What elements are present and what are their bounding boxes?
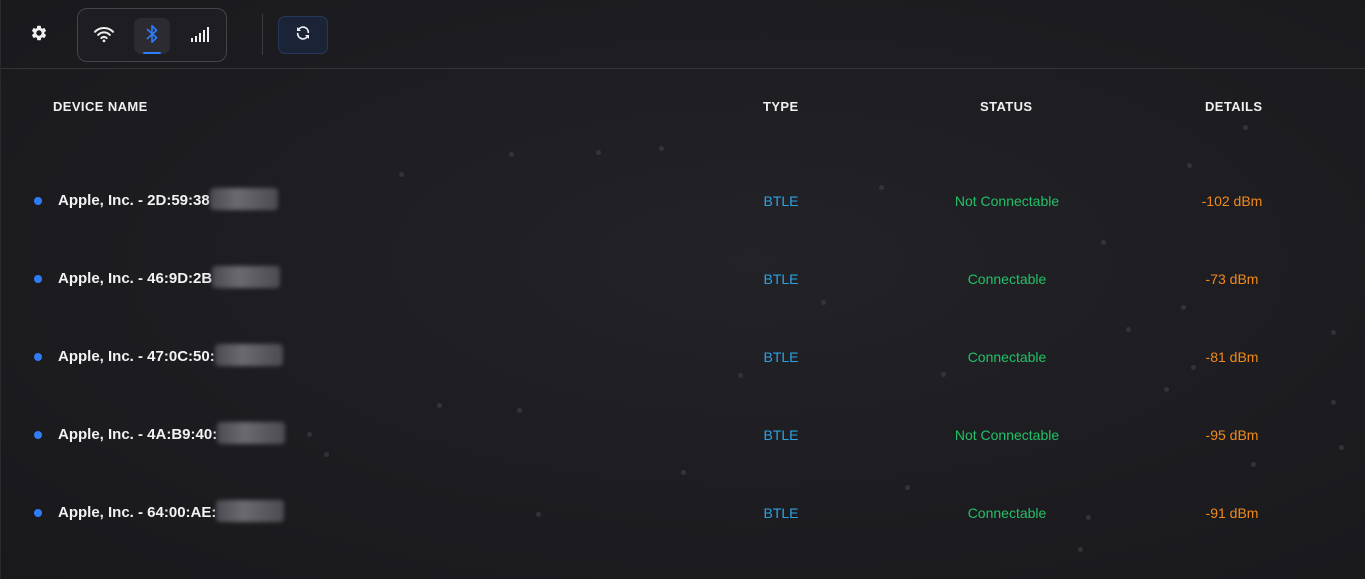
toolbar	[1, 0, 1365, 69]
device-type: BTLE	[763, 349, 799, 365]
column-header-status: STATUS	[980, 99, 1033, 114]
app-window: DEVICE NAME TYPE STATUS DETAILS Apple, I…	[0, 0, 1365, 579]
redacted-address	[217, 422, 286, 445]
device-row[interactable]: Apple, Inc. - 2D:59:38 BTLE Not Connecta…	[1, 181, 1365, 221]
device-status: Not Connectable	[954, 193, 1060, 209]
device-type: BTLE	[763, 505, 799, 521]
device-type: BTLE	[763, 271, 799, 287]
device-signal: -102 dBm	[1201, 193, 1263, 209]
column-header-type: TYPE	[763, 99, 799, 114]
status-dot	[34, 353, 42, 361]
device-type: BTLE	[763, 427, 799, 443]
device-name: Apple, Inc. - 4A:B9:40:	[58, 422, 286, 445]
device-status: Connectable	[967, 505, 1047, 521]
active-mode-indicator	[143, 52, 161, 54]
status-dot	[34, 197, 42, 205]
column-header-device-name: DEVICE NAME	[53, 99, 148, 114]
device-row[interactable]: Apple, Inc. - 64:00:AE: BTLE Connectable…	[1, 493, 1365, 533]
settings-button[interactable]	[20, 16, 58, 54]
redacted-address	[214, 344, 283, 367]
column-header-details: DETAILS	[1205, 99, 1263, 114]
bluetooth-mode-button[interactable]	[134, 18, 170, 54]
refresh-button[interactable]	[278, 16, 328, 54]
device-signal: -95 dBm	[1205, 427, 1259, 443]
device-signal: -91 dBm	[1205, 505, 1259, 521]
device-row[interactable]: Apple, Inc. - 4A:B9:40: BTLE Not Connect…	[1, 415, 1365, 455]
device-status: Connectable	[967, 271, 1047, 287]
device-status: Not Connectable	[954, 427, 1060, 443]
cellular-signal-icon	[190, 26, 210, 47]
device-status: Connectable	[967, 349, 1047, 365]
device-row[interactable]: Apple, Inc. - 47:0C:50: BTLE Connectable…	[1, 337, 1365, 377]
cellular-mode-button[interactable]	[182, 18, 218, 54]
gear-icon	[30, 24, 48, 47]
device-name: Apple, Inc. - 46:9D:2B	[58, 266, 281, 289]
device-signal: -73 dBm	[1205, 271, 1259, 287]
toolbar-divider	[262, 14, 263, 55]
refresh-icon	[295, 25, 311, 46]
wifi-mode-button[interactable]	[86, 18, 122, 54]
status-dot	[34, 509, 42, 517]
device-type: BTLE	[763, 193, 799, 209]
device-signal: -81 dBm	[1205, 349, 1259, 365]
redacted-address	[212, 266, 281, 289]
device-name: Apple, Inc. - 64:00:AE:	[58, 500, 285, 523]
status-dot	[34, 275, 42, 283]
scan-mode-selector	[77, 8, 227, 62]
wifi-icon	[93, 25, 115, 48]
device-name: Apple, Inc. - 47:0C:50:	[58, 344, 283, 367]
device-name: Apple, Inc. - 2D:59:38	[58, 188, 278, 211]
redacted-address	[209, 188, 278, 211]
bluetooth-icon	[145, 24, 159, 49]
status-dot	[34, 431, 42, 439]
redacted-address	[216, 500, 285, 523]
device-row[interactable]: Apple, Inc. - 46:9D:2B BTLE Connectable …	[1, 259, 1365, 299]
